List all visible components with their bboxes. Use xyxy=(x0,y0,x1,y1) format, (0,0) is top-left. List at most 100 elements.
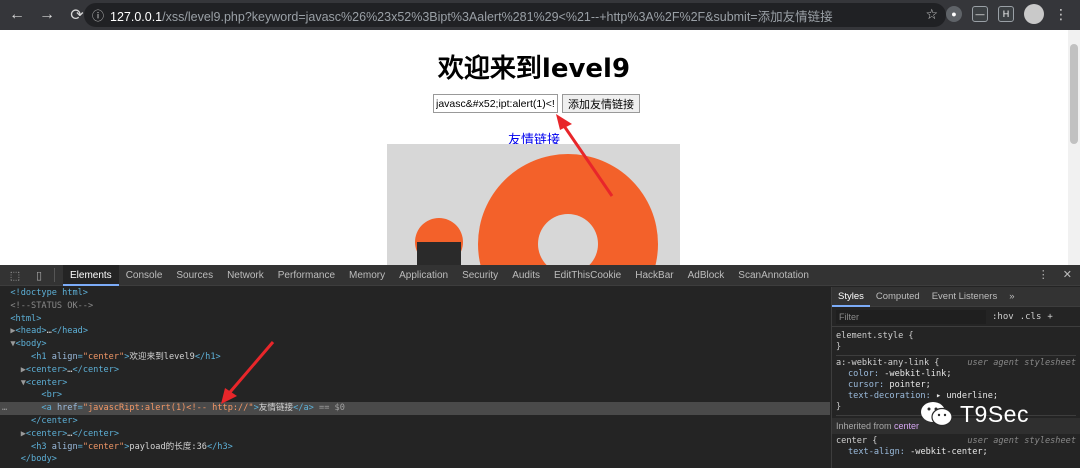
dom-line[interactable]: <!--STATUS OK--> xyxy=(0,300,830,313)
styles-pane: Styles Computed Event Listeners » Filter… xyxy=(831,287,1080,468)
elements-dom-tree: <!doctype html> <!--STATUS OK--> <html> … xyxy=(0,287,830,468)
anchor-close-node: </a> xyxy=(293,403,314,414)
devtools-tab-security[interactable]: Security xyxy=(455,265,505,286)
wechat-logo-icon xyxy=(921,402,953,427)
devtools-tab-memory[interactable]: Memory xyxy=(342,265,392,286)
extension-h-icon[interactable]: H xyxy=(998,6,1014,22)
styles-tab-computed[interactable]: Computed xyxy=(870,287,926,307)
dom-line[interactable]: ▶<center>…</center> xyxy=(0,428,830,441)
attr-value: "center" xyxy=(82,351,125,362)
back-icon[interactable]: ← xyxy=(4,2,30,28)
html-node: <html> xyxy=(10,313,42,324)
node-actions-icon[interactable]: … xyxy=(2,402,7,415)
dom-line[interactable]: ▶<head>…</head> xyxy=(0,325,830,338)
bookmark-star-icon[interactable]: ☆ xyxy=(925,6,938,23)
devtools-close-icon[interactable]: ✕ xyxy=(1063,268,1072,281)
body-node: <body> xyxy=(15,339,47,350)
site-info-icon[interactable]: ⓘ xyxy=(92,7,110,24)
rule-close: } xyxy=(836,342,842,352)
devtools-tab-network[interactable]: Network xyxy=(220,265,271,286)
h1-close-node: </h1> xyxy=(194,351,221,362)
devtools-tab-elements[interactable]: Elements xyxy=(63,264,119,286)
devtools-tab-sources[interactable]: Sources xyxy=(169,265,220,286)
page-viewport: 欢迎来到level9 添加友情链接 友情链接 xyxy=(0,30,1080,265)
dom-line-selected[interactable]: … <a href="javascRipt:alert(1)<!-- http:… xyxy=(0,402,830,415)
text-node: payload的长度:36 xyxy=(129,441,207,452)
browser-menu-icon[interactable]: ⋮ xyxy=(1054,6,1068,23)
css-prop-name: cursor xyxy=(848,380,880,390)
head-node: <head> xyxy=(15,326,47,337)
inherited-rules: center {user agent stylesheet text-align… xyxy=(836,436,1076,457)
css-prop-value: -webkit-center; xyxy=(910,447,988,457)
href-value: "javascRipt:alert(1)<!-- http://" xyxy=(82,403,254,414)
devtools-tab-audits[interactable]: Audits xyxy=(505,265,547,286)
watermark-text: T9Sec xyxy=(960,400,1029,427)
page-scrollbar-thumb[interactable] xyxy=(1070,44,1078,144)
devtools-tab-performance[interactable]: Performance xyxy=(271,265,342,286)
devtools-panel: ⬚ ▯ Elements Console Sources Network Per… xyxy=(0,264,1080,468)
dom-line[interactable]: ▼<body> xyxy=(0,338,830,351)
page-scrollbar[interactable] xyxy=(1068,30,1080,265)
url-text: 127.0.0.1/xss/level9.php?keyword=javasc%… xyxy=(110,6,833,25)
styles-filter-input[interactable]: Filter xyxy=(836,309,986,324)
styles-tab-styles[interactable]: Styles xyxy=(832,287,870,307)
dom-line[interactable]: ▼<center> xyxy=(0,377,830,390)
inherited-element-link[interactable]: center xyxy=(894,421,919,431)
keyword-form: 添加友情链接 xyxy=(433,94,640,113)
center-node: <center> xyxy=(25,377,68,388)
inspect-element-icon[interactable]: ⬚ xyxy=(6,269,24,282)
keyword-input[interactable] xyxy=(433,94,558,113)
dom-line[interactable]: ▶<center>…</center> xyxy=(0,364,830,377)
devtools-tabbar: ⬚ ▯ Elements Console Sources Network Per… xyxy=(0,264,1080,286)
styles-tabbar: Styles Computed Event Listeners » xyxy=(832,287,1080,307)
devtools-tab-editthiscookie[interactable]: EditThisCookie xyxy=(547,265,628,286)
dom-line[interactable]: <h3 align="center">payload的长度:36</h3> xyxy=(0,441,830,454)
doctype-node: <!doctype html> xyxy=(10,288,88,298)
styles-filter-row: Filter :hov .cls + xyxy=(832,307,1080,327)
center-close-node: </center> xyxy=(72,364,120,375)
page-title: 欢迎来到level9 xyxy=(437,54,631,84)
hover-state-toggle[interactable]: :hov xyxy=(992,312,1014,322)
dom-line[interactable]: </body> xyxy=(0,453,830,466)
element-style-rule: element.style { } xyxy=(836,329,1076,356)
devtools-tab-scanannotation[interactable]: ScanAnnotation xyxy=(731,265,816,286)
address-bar[interactable]: ⓘ 127.0.0.1/xss/level9.php?keyword=javas… xyxy=(84,3,946,27)
extension-circle-icon[interactable]: ● xyxy=(946,6,962,22)
head-close-node: </head> xyxy=(51,326,88,337)
dom-line[interactable]: <h1 align="center">欢迎来到level9</h1> xyxy=(0,351,830,364)
devtools-tab-application[interactable]: Application xyxy=(392,265,455,286)
url-host: 127.0.0.1 xyxy=(110,9,163,24)
extensions-area: ● — H ⋮ xyxy=(946,4,1068,24)
watermark: T9Sec xyxy=(920,400,1029,428)
class-toggle[interactable]: .cls xyxy=(1020,312,1042,322)
devtools-tab-hackbar[interactable]: HackBar xyxy=(628,265,680,286)
devtools-tab-console[interactable]: Console xyxy=(119,265,170,286)
center-close-node: </center> xyxy=(72,428,120,439)
anchor-node: <a xyxy=(41,403,57,414)
device-toolbar-icon[interactable]: ▯ xyxy=(30,269,48,282)
styles-more-tabs-icon[interactable]: » xyxy=(1003,287,1020,307)
comment-node: <!--STATUS OK--> xyxy=(10,300,94,311)
body-close-node: </body> xyxy=(20,454,57,465)
text-node: 欢迎来到level9 xyxy=(129,351,195,362)
rule-source: user agent stylesheet xyxy=(967,436,1076,446)
dom-line[interactable]: <!doctype html> xyxy=(0,287,830,300)
forward-icon[interactable]: → xyxy=(34,2,60,28)
center-node: <center> xyxy=(25,364,68,375)
submit-button[interactable]: 添加友情链接 xyxy=(562,94,640,113)
dom-line[interactable]: <html> xyxy=(0,313,830,326)
center-close-node: </center> xyxy=(31,415,78,426)
new-rule-button[interactable]: + xyxy=(1047,312,1052,322)
h3-close-node: </h3> xyxy=(206,441,233,452)
attr-value: "center" xyxy=(82,441,125,452)
styles-tab-event-listeners[interactable]: Event Listeners xyxy=(926,287,1003,307)
element-style-selector: element.style { xyxy=(836,331,914,341)
devtools-menu-icon[interactable]: ⋮ xyxy=(1038,268,1049,281)
dom-line[interactable]: </center> xyxy=(0,415,830,428)
css-prop-name: color xyxy=(848,369,874,379)
attr-name: align xyxy=(51,351,78,362)
devtools-tab-adblock[interactable]: AdBlock xyxy=(681,265,732,286)
dom-line[interactable]: <br> xyxy=(0,389,830,402)
extension-dash-icon[interactable]: — xyxy=(972,6,988,22)
profile-avatar[interactable] xyxy=(1024,4,1044,24)
